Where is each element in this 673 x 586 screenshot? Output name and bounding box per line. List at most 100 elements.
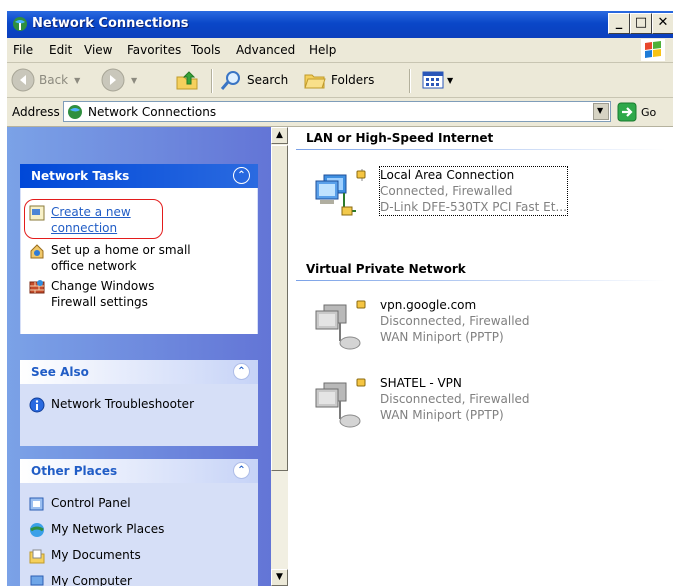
my-documents-link[interactable]: My Documents (51, 547, 141, 563)
forward-button[interactable]: ▼ (101, 68, 137, 92)
connection-name: Local Area Connection (380, 168, 515, 182)
connection-vpn-google-labels: vpn.google.com Disconnected, Firewalled … (380, 297, 530, 345)
search-icon (220, 71, 240, 90)
address-dropdown-button[interactable]: ▼ (593, 103, 609, 120)
back-dropdown-icon[interactable]: ▼ (74, 76, 80, 85)
group-header-vpn: Virtual Private Network (306, 262, 466, 276)
task-pane: Network Tasks ⌃ Create a newconnection (7, 127, 271, 586)
menu-edit[interactable]: Edit (49, 43, 72, 57)
scroll-up-button[interactable]: ▲ (271, 127, 288, 144)
setup-home-network-task[interactable]: Set up a home or small office network (29, 242, 249, 274)
menu-favorites[interactable]: Favorites (127, 43, 181, 57)
menu-file[interactable]: File (13, 43, 33, 57)
documents-icon (29, 549, 45, 564)
up-folder-icon (176, 71, 198, 90)
collapse-chevron-icon[interactable]: ⌃ (233, 462, 250, 479)
network-tasks-header[interactable]: Network Tasks ⌃ (20, 164, 258, 188)
connection-device: WAN Miniport (PPTP) (380, 330, 504, 344)
home-network-icon (30, 244, 44, 259)
folders-icon (304, 74, 326, 89)
connections-view[interactable]: LAN or High-Speed Internet Local Area Co… (288, 127, 673, 586)
see-also-title: See Also (31, 365, 89, 379)
go-button[interactable]: Go (617, 102, 656, 122)
create-new-connection-link[interactable]: Create a new connection (51, 204, 131, 236)
see-also-header[interactable]: See Also ⌃ (20, 360, 258, 384)
connection-status: Connected, Firewalled (380, 184, 513, 198)
address-field[interactable]: Network Connections ▼ (63, 101, 611, 122)
network-tasks-title: Network Tasks (31, 169, 130, 183)
chevron-up-icon: ▲ (276, 130, 283, 140)
other-places-title: Other Places (31, 464, 118, 478)
forward-dropdown-icon[interactable]: ▼ (131, 76, 137, 85)
views-icon (422, 71, 444, 89)
network-connections-icon (68, 105, 82, 119)
folders-label: Folders (331, 73, 375, 87)
my-documents-item[interactable]: My Documents (29, 547, 249, 564)
collapse-chevron-icon[interactable]: ⌃ (233, 363, 250, 380)
other-places-panel: Other Places ⌃ Control Panel My Network … (20, 459, 258, 586)
windows-flag-icon (641, 39, 665, 61)
my-computer-item[interactable]: My Computer (29, 573, 249, 586)
minimize-button[interactable]: _ (608, 13, 630, 34)
my-computer-link[interactable]: My Computer (51, 573, 132, 586)
group-divider (296, 149, 666, 150)
connection-shatel-vpn[interactable]: SHATEL - VPN Disconnected, Firewalled WA… (310, 375, 670, 435)
search-label: Search (247, 73, 289, 87)
chevron-down-icon: ▼ (597, 106, 604, 115)
folders-button[interactable]: Folders (303, 68, 374, 92)
lan-connection-icon (315, 169, 366, 216)
connection-name: SHATEL - VPN (380, 376, 462, 390)
connection-local-area[interactable]: Local Area Connection Connected, Firewal… (310, 166, 670, 227)
create-new-connection-task[interactable]: Create a new connection (29, 204, 249, 236)
connection-status: Disconnected, Firewalled (380, 392, 530, 406)
close-button[interactable]: ✕ (652, 13, 673, 34)
up-folder-button[interactable] (175, 68, 199, 92)
task-pane-scrollbar[interactable]: ▲ ▼ (271, 127, 288, 586)
menu-help[interactable]: Help (309, 43, 336, 57)
connection-name: vpn.google.com (380, 298, 477, 312)
change-firewall-link[interactable]: Change Windows Firewall settings (51, 278, 154, 310)
my-network-places-link[interactable]: My Network Places (51, 521, 164, 537)
group-divider (296, 280, 666, 281)
control-panel-link[interactable]: Control Panel (51, 495, 131, 511)
menu-view[interactable]: View (84, 43, 112, 57)
maximize-icon: □ (634, 15, 648, 30)
connection-device: D-Link DFE-530TX PCI Fast Et... (380, 200, 567, 214)
my-network-places-item[interactable]: My Network Places (29, 521, 249, 538)
connection-shatel-vpn-labels: SHATEL - VPN Disconnected, Firewalled WA… (380, 375, 530, 423)
see-also-panel: See Also ⌃ Network Troubleshooter (20, 360, 258, 446)
search-button[interactable]: Search (219, 68, 288, 92)
network-tasks-body: Create a new connection Set up a home or … (21, 188, 257, 334)
computer-icon (30, 575, 44, 586)
go-label: Go (641, 105, 657, 119)
menu-tools[interactable]: Tools (191, 43, 221, 57)
maximize-button[interactable]: □ (630, 13, 652, 34)
scroll-thumb[interactable] (271, 145, 288, 471)
views-button[interactable]: ▼ (421, 68, 453, 92)
firewall-icon (29, 280, 45, 294)
minimize-icon: _ (615, 15, 623, 30)
collapse-chevron-icon[interactable]: ⌃ (233, 167, 250, 184)
vpn-connection-icon (315, 378, 366, 428)
other-places-body: Control Panel My Network Places My Docum… (21, 483, 257, 586)
window-title: Network Connections (32, 16, 189, 31)
title-bar[interactable]: Network Connections _ □ ✕ (7, 11, 673, 38)
forward-arrow-icon (101, 68, 125, 92)
network-connections-window: Network Connections _ □ ✕ File Edit View… (7, 11, 673, 586)
other-places-header[interactable]: Other Places ⌃ (20, 459, 258, 483)
network-places-icon (30, 523, 44, 537)
scroll-down-button[interactable]: ▼ (271, 569, 288, 586)
views-dropdown-icon[interactable]: ▼ (447, 76, 453, 85)
back-label: Back (39, 73, 69, 87)
network-troubleshooter-item[interactable]: Network Troubleshooter (29, 396, 249, 413)
control-panel-icon (29, 497, 44, 511)
setup-home-network-link[interactable]: Set up a home or small office network (51, 242, 191, 274)
network-troubleshooter-link[interactable]: Network Troubleshooter (51, 396, 194, 412)
menu-advanced[interactable]: Advanced (236, 43, 295, 57)
change-firewall-task[interactable]: Change Windows Firewall settings (29, 278, 249, 310)
info-icon (29, 397, 45, 413)
network-connections-icon (13, 17, 27, 31)
back-button[interactable]: Back ▼ (11, 68, 80, 92)
connection-vpn-google[interactable]: vpn.google.com Disconnected, Firewalled … (310, 297, 670, 357)
control-panel-item[interactable]: Control Panel (29, 495, 249, 512)
